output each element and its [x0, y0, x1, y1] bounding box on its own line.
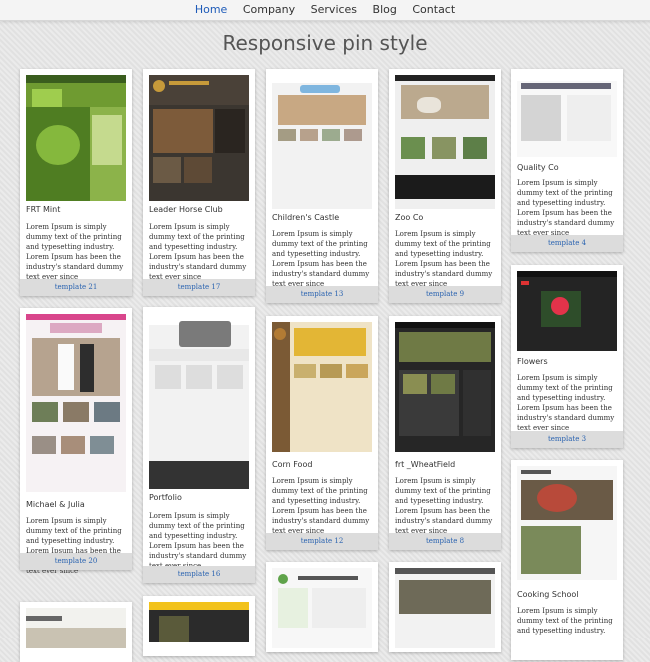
- template-card[interactable]: Portfolio Lorem Ipsum is simply dummy te…: [143, 307, 255, 583]
- template-title: Michael & Julia: [26, 500, 85, 509]
- template-card[interactable]: Leader Horse Club Lorem Ipsum is simply …: [143, 69, 255, 296]
- template-link[interactable]: template 17: [143, 279, 255, 296]
- template-thumbnail[interactable]: [272, 75, 372, 209]
- nav-item-blog[interactable]: Blog: [373, 3, 397, 16]
- nav-item-services[interactable]: Services: [311, 3, 357, 16]
- template-card[interactable]: Flowers Lorem Ipsum is simply dummy text…: [511, 265, 623, 448]
- template-link[interactable]: template 8: [389, 533, 501, 550]
- template-description: Lorem Ipsum is simply dummy text of the …: [272, 477, 370, 535]
- template-title: Cooking School: [517, 590, 579, 599]
- template-card[interactable]: FRT Mint Lorem Ipsum is simply dummy tex…: [20, 69, 132, 296]
- template-thumbnail[interactable]: [26, 314, 126, 492]
- page-title: Responsive pin style: [222, 31, 428, 55]
- template-card[interactable]: Corn Food Lorem Ipsum is simply dummy te…: [266, 316, 378, 550]
- template-thumbnail[interactable]: [517, 271, 617, 351]
- template-card[interactable]: [389, 562, 501, 652]
- template-thumbnail[interactable]: [149, 602, 249, 642]
- template-description: Lorem Ipsum is simply dummy text of the …: [272, 230, 370, 288]
- template-link[interactable]: template 20: [20, 553, 132, 570]
- nav-item-home[interactable]: Home: [195, 3, 227, 16]
- template-thumbnail[interactable]: [517, 466, 617, 580]
- template-link[interactable]: template 12: [266, 533, 378, 550]
- nav-item-company[interactable]: Company: [243, 3, 295, 16]
- template-card[interactable]: Cooking School Lorem Ipsum is simply dum…: [511, 460, 623, 660]
- template-thumbnail[interactable]: [26, 608, 126, 648]
- template-description: Lorem Ipsum is simply dummy text of the …: [26, 223, 124, 281]
- template-card[interactable]: frt _WheatField Lorem Ipsum is simply du…: [389, 316, 501, 550]
- template-description: Lorem Ipsum is simply dummy text of the …: [149, 512, 247, 570]
- template-thumbnail[interactable]: [517, 75, 617, 157]
- template-thumbnail[interactable]: [272, 322, 372, 452]
- template-title: FRT Mint: [26, 205, 61, 214]
- template-card[interactable]: Zoo Co Lorem Ipsum is simply dummy text …: [389, 69, 501, 303]
- template-title: Flowers: [517, 357, 548, 366]
- nav-item-contact[interactable]: Contact: [412, 3, 455, 16]
- template-link[interactable]: template 4: [511, 235, 623, 252]
- template-thumbnail[interactable]: [149, 75, 249, 201]
- template-link[interactable]: template 21: [20, 279, 132, 296]
- template-card[interactable]: Children's Castle Lorem Ipsum is simply …: [266, 69, 378, 303]
- template-link[interactable]: template 16: [143, 566, 255, 583]
- template-title: Children's Castle: [272, 213, 340, 222]
- template-title: Quality Co: [517, 163, 559, 172]
- template-description: Lorem Ipsum is simply dummy text of the …: [517, 179, 615, 237]
- template-title: Portfolio: [149, 493, 182, 502]
- main-nav: Home Company Services Blog Contact: [0, 3, 650, 16]
- template-description: Lorem Ipsum is simply dummy text of the …: [395, 477, 493, 535]
- template-thumbnail[interactable]: [395, 75, 495, 209]
- template-card[interactable]: [266, 562, 378, 652]
- top-nav-bar: Home Company Services Blog Contact: [0, 0, 650, 21]
- template-title: Zoo Co: [395, 213, 424, 222]
- template-title: Corn Food: [272, 460, 313, 469]
- template-link[interactable]: template 9: [389, 286, 501, 303]
- template-card[interactable]: [20, 602, 132, 662]
- template-description: Lorem Ipsum is simply dummy text of the …: [395, 230, 493, 288]
- template-card[interactable]: Quality Co Lorem Ipsum is simply dummy t…: [511, 69, 623, 252]
- template-card[interactable]: [143, 596, 255, 656]
- template-thumbnail[interactable]: [149, 313, 249, 489]
- template-thumbnail[interactable]: [395, 568, 495, 648]
- template-card[interactable]: Michael & Julia Lorem Ipsum is simply du…: [20, 308, 132, 575]
- template-link[interactable]: template 3: [511, 431, 623, 448]
- template-description: Lorem Ipsum is simply dummy text of the …: [149, 223, 247, 281]
- template-link[interactable]: template 13: [266, 286, 378, 303]
- template-thumbnail[interactable]: [395, 322, 495, 452]
- template-title: Leader Horse Club: [149, 205, 223, 214]
- template-description: Lorem Ipsum is simply dummy text of the …: [517, 374, 615, 432]
- template-thumbnail[interactable]: [26, 75, 126, 201]
- template-thumbnail[interactable]: [272, 568, 372, 648]
- template-description: Lorem Ipsum is simply dummy text of the …: [517, 607, 613, 635]
- template-title: frt _WheatField: [395, 460, 456, 469]
